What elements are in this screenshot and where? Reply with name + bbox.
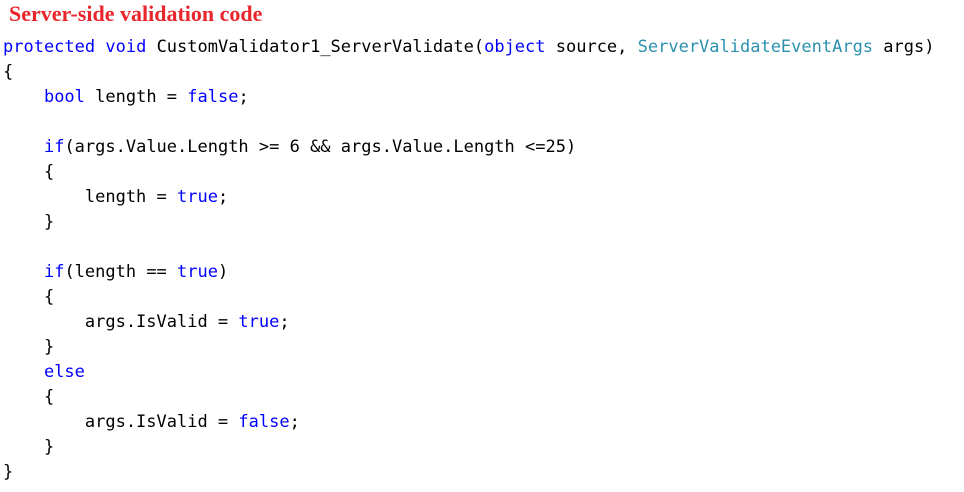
code-line: protected void CustomValidator1_ServerVa… bbox=[3, 35, 934, 60]
code-text: ; bbox=[289, 412, 300, 432]
code-text: (args.Value.Length >= 6 && args.Value.Le… bbox=[64, 137, 577, 157]
code-line: { bbox=[3, 385, 934, 410]
code-text: } bbox=[3, 462, 14, 482]
code-keyword: true bbox=[177, 262, 218, 282]
code-text: (length == bbox=[64, 262, 178, 282]
code-text: length = bbox=[84, 87, 188, 107]
code-text: { bbox=[3, 387, 55, 407]
code-line: { bbox=[3, 60, 934, 85]
code-text: CustomValidator1_ServerValidate( bbox=[146, 37, 485, 57]
code-text: args) bbox=[873, 37, 935, 57]
code-type-name: ServerValidateEventArgs bbox=[637, 37, 874, 57]
code-keyword: bool bbox=[43, 87, 85, 107]
code-line: } bbox=[3, 460, 934, 485]
code-text: ) bbox=[217, 262, 229, 282]
code-line: bool length = false; bbox=[3, 85, 934, 110]
code-text: { bbox=[3, 162, 55, 182]
code-line: if(args.Value.Length >= 6 && args.Value.… bbox=[3, 135, 934, 160]
code-keyword: if bbox=[43, 262, 65, 282]
code-line: args.IsValid = false; bbox=[3, 410, 934, 435]
code-block: protected void CustomValidator1_ServerVa… bbox=[3, 35, 934, 485]
code-keyword: false bbox=[238, 412, 290, 432]
code-text: ; bbox=[279, 312, 290, 332]
code-line: } bbox=[3, 435, 934, 460]
code-keyword: protected bbox=[3, 37, 96, 57]
code-text: length = bbox=[3, 187, 177, 207]
code-text: args.IsValid = bbox=[3, 412, 239, 432]
page-heading: Server-side validation code bbox=[9, 1, 263, 26]
code-keyword: false bbox=[187, 87, 239, 107]
code-keyword: if bbox=[43, 137, 65, 157]
code-keyword: true bbox=[177, 187, 218, 207]
code-line: length = true; bbox=[3, 185, 934, 210]
code-line: } bbox=[3, 210, 934, 235]
code-text: args.IsValid = bbox=[3, 312, 239, 332]
code-text: ; bbox=[217, 187, 229, 207]
code-line: { bbox=[3, 160, 934, 185]
code-text: } bbox=[3, 437, 55, 457]
code-line: { bbox=[3, 285, 934, 310]
code-line: else bbox=[3, 360, 934, 385]
code-text: source, bbox=[545, 37, 638, 57]
code-text: { bbox=[3, 287, 55, 307]
code-text: } bbox=[3, 212, 55, 232]
code-keyword: void bbox=[105, 37, 147, 57]
code-keyword: object bbox=[484, 37, 546, 57]
code-line: args.IsValid = true; bbox=[3, 310, 934, 335]
code-text: ; bbox=[238, 87, 249, 107]
code-line: } bbox=[3, 335, 934, 360]
code-text: } bbox=[3, 337, 55, 357]
code-keyword: else bbox=[43, 362, 85, 382]
code-text: { bbox=[3, 62, 14, 82]
code-keyword: true bbox=[238, 312, 280, 332]
code-line: if(length == true) bbox=[3, 260, 934, 285]
